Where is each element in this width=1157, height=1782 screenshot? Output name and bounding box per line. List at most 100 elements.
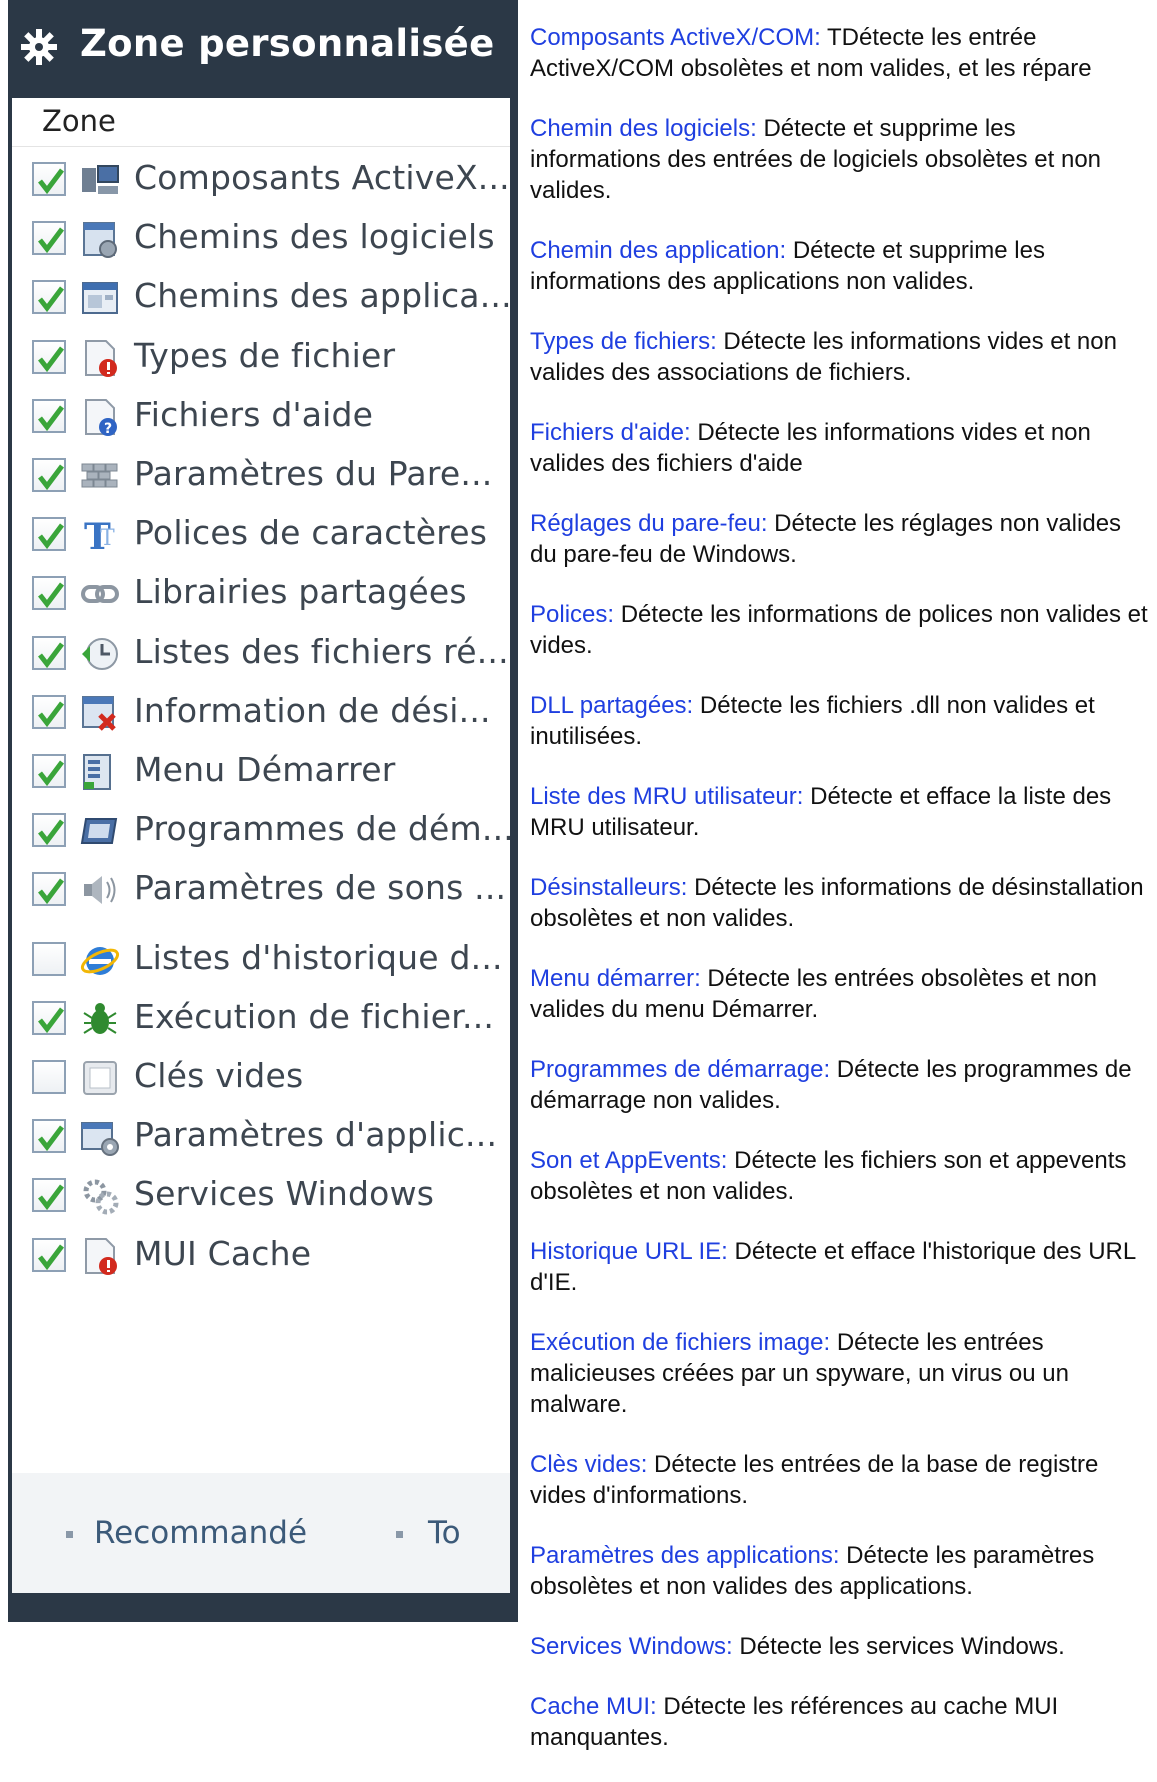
column-header[interactable]: Zone [12, 98, 510, 147]
bug-icon [80, 999, 120, 1039]
description-item: Chemin des logiciels: Détecte et supprim… [530, 113, 1150, 206]
description-list: Composants ActiveX/COM: TDétecte les ent… [530, 22, 1150, 1782]
software-path-icon [80, 219, 120, 259]
recent-clock-icon [80, 634, 120, 674]
zone-item-label: Chemins des applica... [134, 276, 510, 316]
zone-checkbox[interactable] [32, 754, 66, 788]
firewall-brick-icon [80, 456, 120, 496]
zone-list-item[interactable]: ? Fichiers d'aide [12, 385, 510, 447]
description-term: Clès vides: [530, 1451, 648, 1478]
internet-explorer-icon [80, 940, 120, 980]
checkmark-icon [38, 1125, 64, 1152]
zone-checkbox[interactable] [32, 162, 66, 196]
zone-item-label: MUI Cache [134, 1233, 312, 1273]
description-term: Paramètres des applications: [530, 1542, 840, 1569]
font-icon: TT [80, 515, 120, 558]
zone-checkbox[interactable] [32, 1237, 66, 1272]
description-item: Historique URL IE: Détecte et efface l'h… [530, 1236, 1150, 1298]
zone-list-item[interactable]: Listes des fichiers ré... [12, 622, 510, 684]
zone-checkbox[interactable] [32, 872, 66, 907]
start-menu-icon [80, 752, 120, 792]
gear-icon [21, 29, 57, 65]
description-term: Polices: [530, 601, 615, 628]
zone-list-item[interactable]: MUI Cache [12, 1224, 510, 1286]
svg-text:T: T [100, 526, 115, 551]
description-term: Fichiers d'aide: [530, 419, 691, 446]
services-gear-icon [80, 1176, 120, 1216]
checkmark-icon [38, 464, 64, 491]
file-type-warning-icon [80, 338, 120, 378]
recommended-option[interactable]: Recommandé [94, 1515, 307, 1551]
zone-list-item[interactable]: Chemins des logiciels [12, 207, 510, 269]
checkmark-icon [38, 760, 64, 787]
zone-list-item[interactable]: Chemins des applica... [12, 266, 510, 328]
checkmark-icon [38, 1007, 64, 1033]
zone-list-item[interactable]: Listes d'historique d... [12, 928, 510, 990]
description-term: Programmes de démarrage: [530, 1056, 831, 1083]
zone-item-label: Listes des fichiers ré... [134, 631, 509, 671]
zone-checkbox[interactable] [32, 813, 66, 848]
zone-checkbox[interactable] [32, 1119, 66, 1154]
description-term: Chemin des application: [530, 237, 787, 264]
checkmark-icon [38, 286, 64, 313]
zone-checkbox[interactable] [32, 1000, 66, 1035]
zone-list-item[interactable]: T T Polices de caractères [12, 503, 510, 565]
zone-list: Zone Composants ActiveX... Chemins des lo… [12, 98, 510, 1473]
zone-checkbox[interactable] [32, 1178, 66, 1213]
empty-key-icon [80, 1058, 120, 1098]
description-term: Menu démarrer: [530, 965, 701, 992]
description-item: Exécution de fichiers image: Détecte les… [530, 1327, 1150, 1420]
zone-item-label: Chemins des logiciels [134, 217, 495, 257]
zone-list-item[interactable]: Information de dési... [12, 681, 510, 743]
zone-checkbox[interactable] [32, 398, 66, 433]
zone-checkbox[interactable] [32, 458, 66, 492]
description-item: Désinstalleurs: Détecte les informations… [530, 872, 1150, 934]
zone-checkbox[interactable] [32, 339, 66, 374]
startup-program-icon [80, 811, 120, 851]
zone-checkbox[interactable] [32, 517, 66, 552]
description-item: Liste des MRU utilisateur: Détecte et ef… [530, 781, 1150, 843]
description-text: Détecte les informations de polices non … [530, 601, 1148, 659]
description-term: Composants ActiveX/COM: [530, 24, 821, 51]
all-option[interactable]: To [428, 1515, 461, 1551]
zone-item-label: Types de fichier [134, 335, 396, 375]
zone-item-label: Listes d'historique d... [134, 937, 503, 977]
zone-list-item[interactable]: Types de fichier [12, 326, 510, 388]
checkmark-icon [38, 168, 64, 195]
checkmark-icon [38, 405, 64, 431]
description-item: Cache MUI: Détecte les références au cac… [530, 1691, 1150, 1753]
zone-item-label: Programmes de dém... [134, 809, 510, 849]
zone-item-label: Menu Démarrer [134, 750, 396, 789]
zone-checkbox[interactable] [32, 221, 66, 256]
zone-list-item[interactable]: Menu Démarrer [12, 740, 510, 802]
zone-checkbox[interactable] [32, 576, 66, 611]
zone-list-item[interactable]: Programmes de dém... [12, 799, 510, 861]
zone-list-item[interactable]: Composants ActiveX... [12, 148, 510, 210]
description-item: Chemin des application: Détecte et suppr… [530, 235, 1150, 297]
zone-checkbox[interactable] [32, 635, 66, 670]
speaker-icon [80, 870, 120, 910]
panel-title: Zone personnalisée [80, 22, 495, 65]
description-term: Son et AppEvents: [530, 1147, 728, 1174]
zone-checkbox[interactable] [32, 280, 66, 315]
zone-checkbox[interactable] [32, 941, 66, 976]
zone-list-item[interactable]: Exécution de fichier... [12, 987, 510, 1049]
zone-item-label: Paramètres d'applic... [134, 1115, 498, 1155]
zone-checkbox[interactable] [32, 694, 66, 729]
zone-list-item[interactable]: Clés vides [12, 1046, 510, 1108]
description-item: Fichiers d'aide: Détecte les information… [530, 417, 1150, 479]
description-term: Exécution de fichiers image: [530, 1329, 831, 1356]
description-term: Historique URL IE: [530, 1238, 728, 1265]
zone-checkbox[interactable] [32, 1060, 66, 1094]
zone-list-item[interactable]: Paramètres d'applic... [12, 1105, 510, 1167]
description-term: DLL partagées: [530, 692, 694, 719]
zone-item-label: Composants ActiveX... [134, 158, 510, 197]
zone-list-item[interactable]: Paramètres de sons ... [12, 858, 510, 920]
zone-list-item[interactable]: Librairies partagées [12, 562, 510, 624]
description-item: DLL partagées: Détecte les fichiers .dll… [530, 690, 1150, 752]
application-window-icon [80, 278, 120, 318]
zone-list-item[interactable]: Paramètres du Pare... [12, 444, 510, 506]
zone-list-item[interactable]: Services Windows [12, 1164, 510, 1226]
description-item: Son et AppEvents: Détecte les fichiers s… [530, 1145, 1150, 1207]
checkmark-icon [38, 878, 64, 905]
